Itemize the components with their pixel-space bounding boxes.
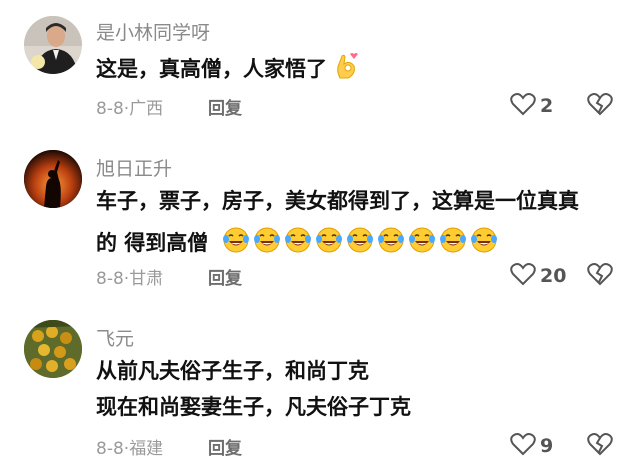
dislike-button[interactable] (587, 92, 613, 120)
comment-line: 这是，真高僧，人家悟了 (96, 57, 327, 81)
laughing-crying-emoji (315, 226, 343, 262)
like-button[interactable]: 20 (510, 262, 566, 290)
broken-heart-icon (587, 93, 613, 120)
laughing-crying-emoji (253, 226, 281, 262)
comment-meta: 8-8·福建 (96, 439, 164, 459)
broken-heart-icon (587, 433, 613, 460)
like-button[interactable]: 2 (510, 92, 553, 120)
heart-icon (510, 92, 536, 120)
comment-text: 这是，真高僧，人家悟了 (96, 52, 359, 88)
comment-text: 从前凡夫俗子生子，和尚丁克 现在和尚娶妻生子，凡夫俗子丁克 (96, 356, 411, 422)
comment-date: 8-8 (96, 269, 124, 289)
laughing-crying-emoji (470, 226, 498, 262)
laughing-crying-emoji (284, 226, 312, 262)
heart-icon (510, 432, 536, 460)
comment-location: 甘肃 (129, 269, 164, 289)
username[interactable]: 飞元 (96, 324, 134, 351)
broken-heart-icon (587, 263, 613, 290)
laughing-crying-emoji (439, 226, 467, 262)
comment-line: 现在和尚娶妻生子，凡夫俗子丁克 (96, 395, 411, 419)
avatar[interactable] (24, 320, 82, 378)
laughing-crying-emoji (377, 226, 405, 262)
comment-line: 的 得到高僧 (96, 231, 209, 255)
avatar[interactable] (24, 16, 82, 74)
like-button[interactable]: 9 (510, 432, 553, 460)
laughing-crying-emoji (222, 226, 250, 262)
like-count: 9 (540, 435, 554, 457)
comment-date: 8-8 (96, 99, 124, 119)
dislike-button[interactable] (587, 432, 613, 460)
comment-meta: 8-8·广西 (96, 99, 164, 119)
username[interactable]: 是小林同学呀 (96, 18, 210, 45)
comment-line: 车子，票子，房子，美女都得到了，这算是一位真真 (96, 189, 579, 213)
laughing-crying-emoji (408, 226, 436, 262)
reply-button[interactable]: 回复 (208, 264, 242, 289)
comment-location: 广西 (129, 99, 164, 119)
heart-icon (510, 262, 536, 290)
emoji-row (222, 227, 501, 255)
reply-button[interactable]: 回复 (208, 434, 242, 459)
comment-text: 车子，票子，房子，美女都得到了，这算是一位真真 的 得到高僧 (96, 186, 579, 262)
laughing-crying-emoji (346, 226, 374, 262)
ok-hand-emoji (334, 52, 359, 88)
comment-line-wrap: 的 得到高僧 (96, 226, 579, 262)
username[interactable]: 旭日正升 (96, 154, 172, 181)
like-count: 20 (540, 265, 567, 287)
avatar[interactable] (24, 150, 82, 208)
comment-line: 从前凡夫俗子生子，和尚丁克 (96, 359, 369, 383)
comment-location: 福建 (129, 439, 164, 459)
like-count: 2 (540, 95, 554, 117)
reply-button[interactable]: 回复 (208, 94, 242, 119)
dislike-button[interactable] (587, 262, 613, 290)
comment-date: 8-8 (96, 439, 124, 459)
comment-meta: 8-8·甘肃 (96, 269, 164, 289)
